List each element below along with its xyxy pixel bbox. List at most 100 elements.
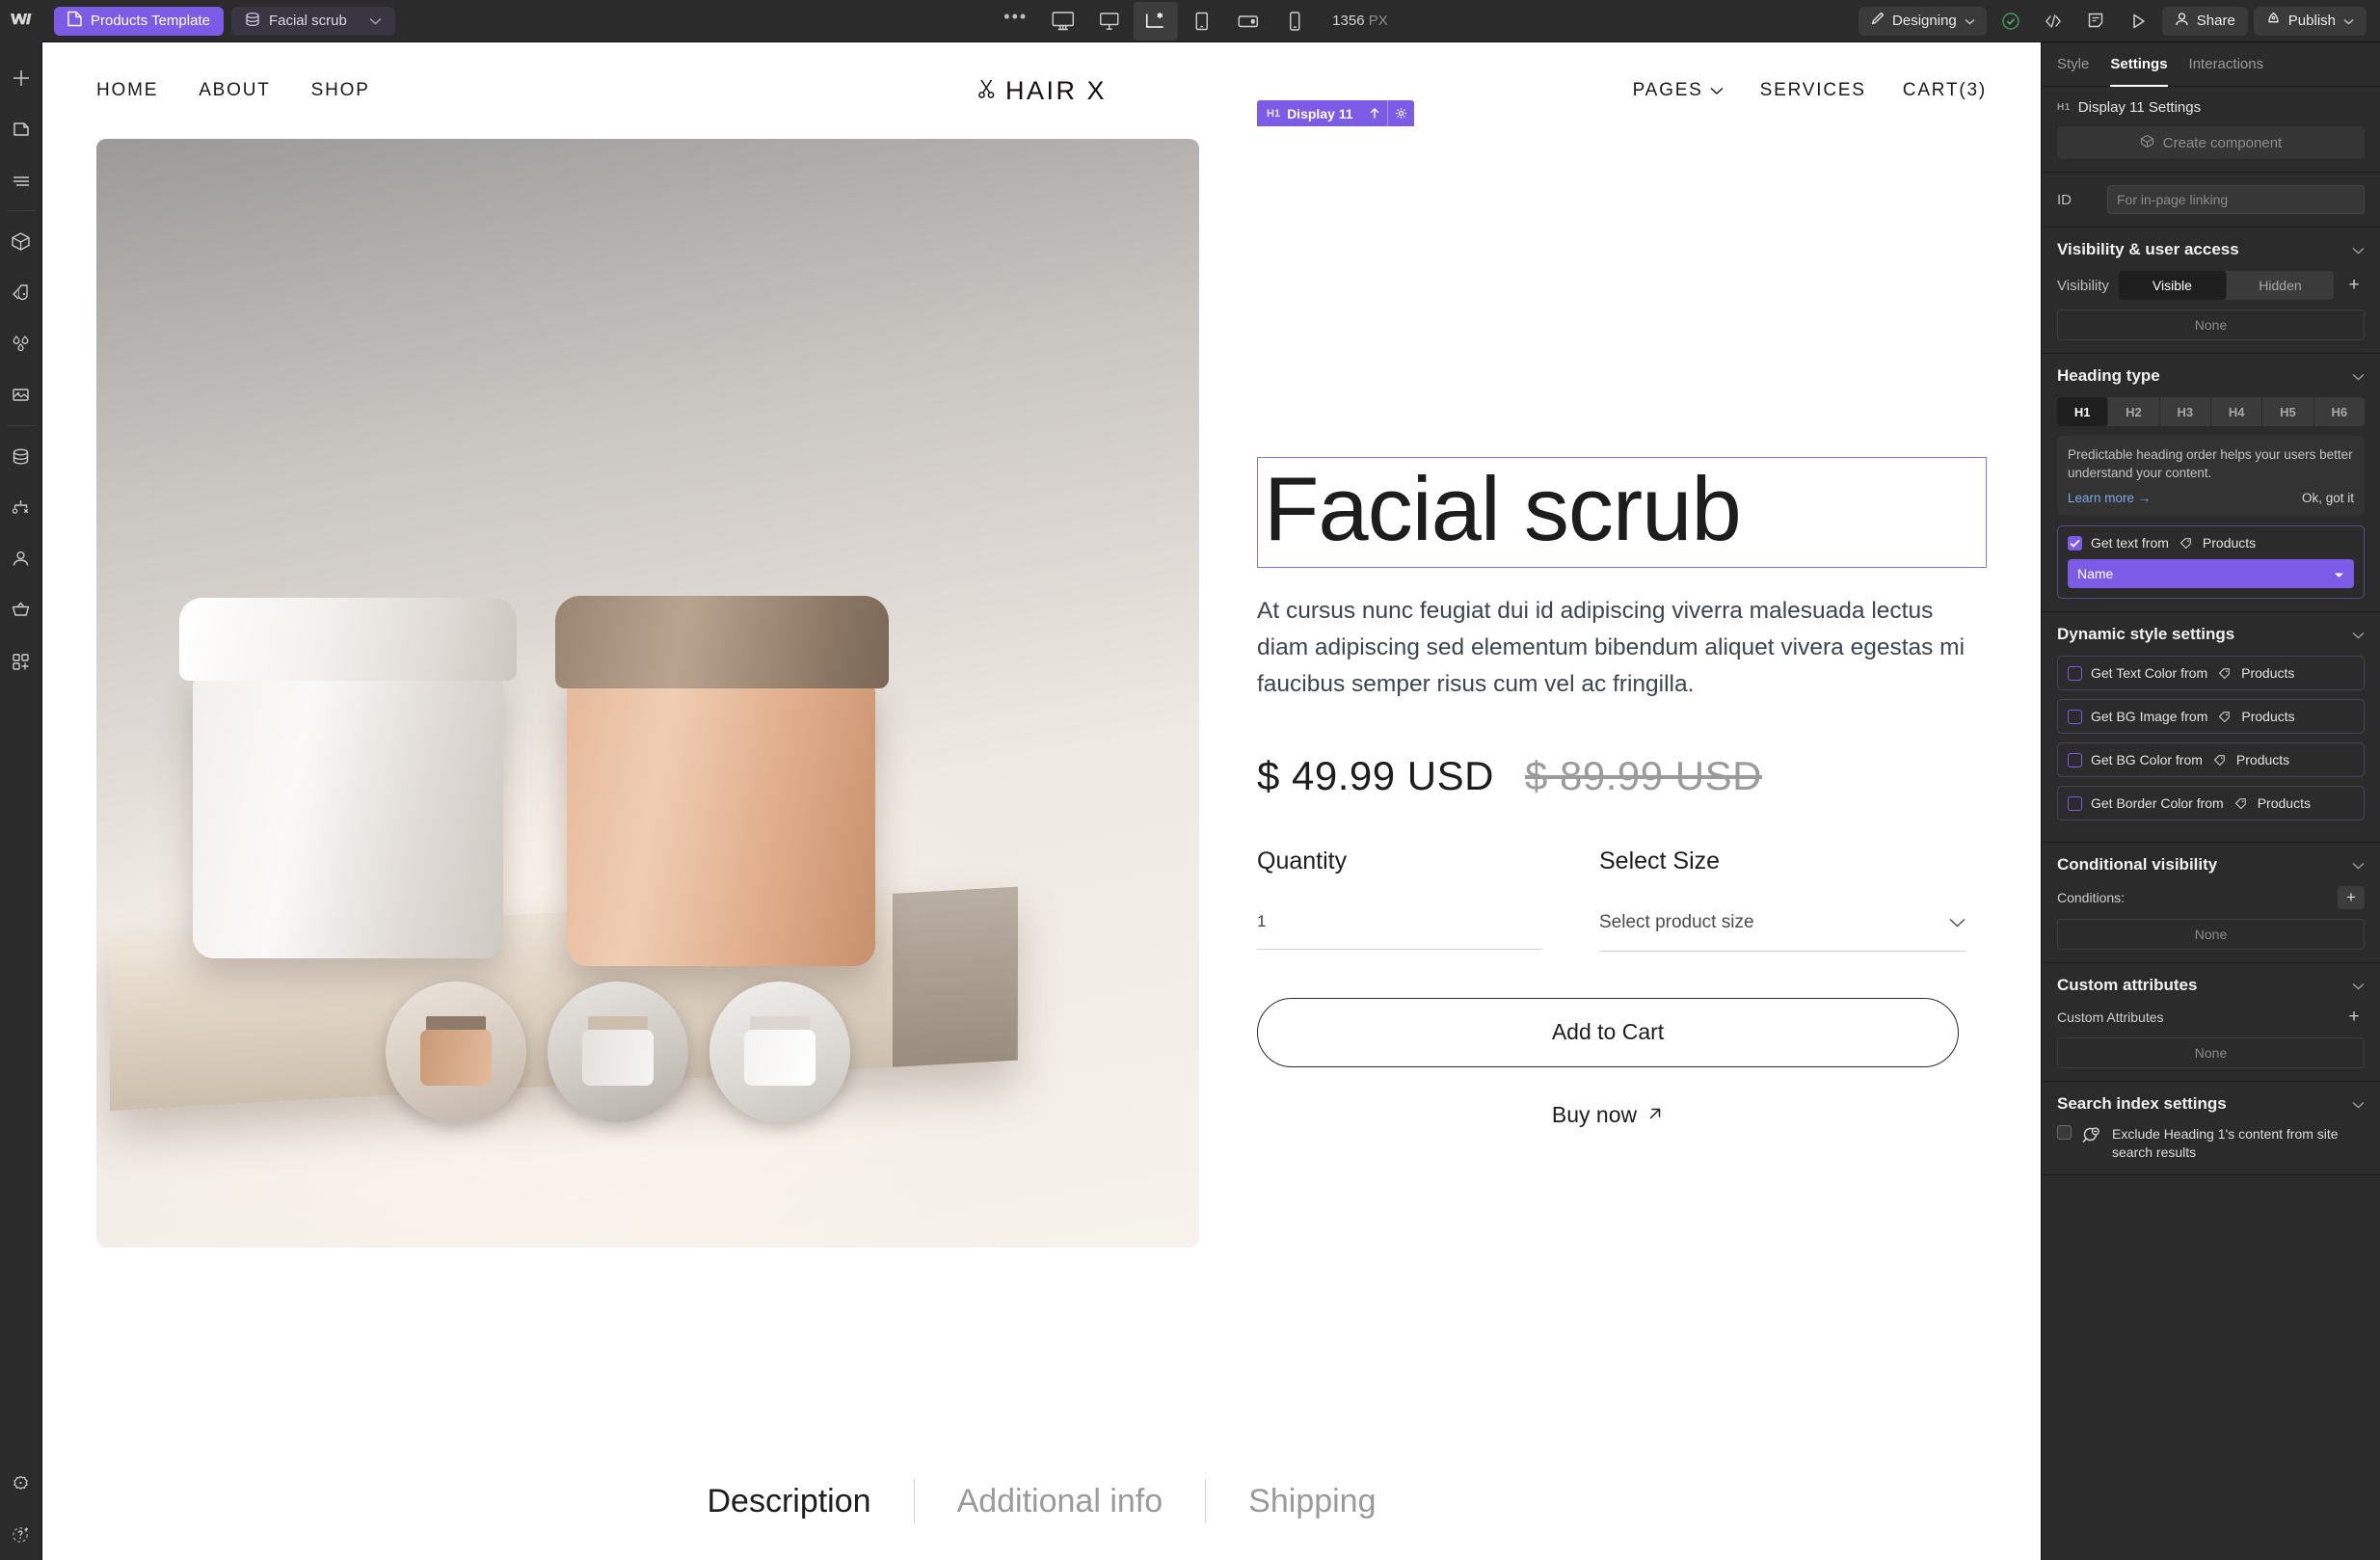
- dismiss-hint-button[interactable]: Ok, got it: [2302, 491, 2354, 505]
- components-icon[interactable]: [0, 216, 42, 267]
- comment-icon[interactable]: [2077, 5, 2114, 38]
- custom-attributes-value[interactable]: None: [2057, 1037, 2365, 1069]
- get-text-field-select[interactable]: Name: [2068, 559, 2354, 589]
- chevron-down-icon[interactable]: [2352, 625, 2365, 644]
- dynamic-style-heading-row[interactable]: Dynamic style settings: [2057, 625, 2365, 644]
- learn-more-link[interactable]: Learn more →: [2068, 491, 2151, 505]
- site-brand[interactable]: HAIR X: [976, 76, 1107, 106]
- add-custom-attribute-button[interactable]: +: [2343, 1007, 2365, 1028]
- ecommerce-icon[interactable]: [0, 584, 42, 635]
- heading-option-h3[interactable]: H3: [2160, 397, 2211, 426]
- get-text-row[interactable]: Get text from Products: [2068, 535, 2354, 551]
- tab-additional-info[interactable]: Additional info: [915, 1483, 1206, 1520]
- breakpoint-desktop-xl[interactable]: [1041, 2, 1085, 40]
- product-gallery[interactable]: [96, 139, 1199, 1248]
- tab-settings[interactable]: Settings: [2110, 42, 2168, 87]
- conditional-visibility-heading-row[interactable]: Conditional visibility: [2057, 855, 2365, 874]
- nav-link-shop[interactable]: SHOP: [311, 80, 370, 101]
- buy-now-button[interactable]: Buy now: [1257, 1102, 1959, 1128]
- dynamic-border-color-item[interactable]: Get Border Color from Products: [2057, 786, 2365, 821]
- nav-link-about[interactable]: ABOUT: [199, 80, 270, 101]
- nav-link-cart[interactable]: CART(3): [1903, 80, 1987, 101]
- breakpoint-desktop[interactable]: [1087, 2, 1132, 40]
- dynamic-bg-color-item[interactable]: Get BG Color from Products: [2057, 742, 2365, 778]
- breakpoint-mobile-landscape[interactable]: [1226, 2, 1270, 40]
- chevron-down-icon[interactable]: [2352, 366, 2365, 386]
- search-index-checkbox[interactable]: [2057, 1125, 2072, 1141]
- viewport-width[interactable]: 1356 PX: [1332, 13, 1388, 29]
- size-select[interactable]: Select product size: [1599, 912, 1966, 952]
- dynamic-border-color-checkbox[interactable]: [2068, 795, 2082, 811]
- chevron-down-icon[interactable]: [369, 13, 382, 29]
- product-title-wrapper[interactable]: Facial scrub: [1257, 457, 1987, 568]
- move-up-icon[interactable]: [1362, 100, 1387, 126]
- cms-icon[interactable]: [0, 431, 42, 482]
- heading-option-h1[interactable]: H1: [2057, 397, 2109, 426]
- conditions-value[interactable]: None: [2057, 919, 2365, 951]
- ellipsis-icon[interactable]: •••: [992, 7, 1039, 35]
- dynamic-text-color-item[interactable]: Get Text Color from Products: [2057, 656, 2365, 691]
- cms-item-tab-facial-scrub[interactable]: Facial scrub: [230, 6, 395, 36]
- plus-icon[interactable]: +: [2343, 275, 2365, 296]
- breakpoint-mobile-portrait[interactable]: [1272, 2, 1317, 40]
- tab-interactions[interactable]: Interactions: [2189, 42, 2264, 87]
- visibility-value[interactable]: None: [2057, 309, 2365, 340]
- site-canvas[interactable]: HOME ABOUT SHOP HAIR X PAGES SERVICES CA…: [42, 42, 2041, 1560]
- breakpoint-base[interactable]: [1134, 1, 1179, 40]
- visibility-heading-row[interactable]: Visibility & user access: [2057, 240, 2365, 259]
- create-component-button[interactable]: Create component: [2057, 126, 2365, 159]
- heading-type-heading-row[interactable]: Heading type: [2057, 366, 2365, 386]
- share-button[interactable]: Share: [2161, 6, 2248, 36]
- dynamic-bg-image-checkbox[interactable]: [2068, 709, 2082, 724]
- logic-icon[interactable]: [0, 482, 42, 533]
- style-selectors-icon[interactable]: [0, 267, 42, 318]
- dynamic-text-color-checkbox[interactable]: [2068, 665, 2082, 681]
- pages-icon[interactable]: [0, 103, 42, 154]
- dynamic-bg-color-checkbox[interactable]: [2068, 752, 2082, 767]
- check-circle-icon[interactable]: [1992, 5, 2029, 38]
- get-text-checkbox[interactable]: [2068, 535, 2082, 551]
- users-icon[interactable]: [0, 533, 42, 584]
- heading-option-h2[interactable]: H2: [2108, 397, 2160, 426]
- visibility-option-hidden[interactable]: Hidden: [2227, 271, 2334, 300]
- breakpoint-tablet[interactable]: [1180, 2, 1224, 40]
- add-condition-button[interactable]: +: [2338, 886, 2365, 910]
- variables-icon[interactable]: [0, 318, 42, 369]
- nav-link-pages[interactable]: PAGES: [1633, 80, 1724, 101]
- heading-option-h6[interactable]: H6: [2314, 397, 2365, 426]
- gallery-thumb-1[interactable]: [386, 982, 526, 1122]
- heading-option-h4[interactable]: H4: [2211, 397, 2263, 426]
- tab-style[interactable]: Style: [2057, 42, 2089, 87]
- webflow-logo-icon[interactable]: [0, 0, 42, 42]
- gallery-thumb-2[interactable]: [548, 982, 688, 1122]
- help-ai-icon[interactable]: [0, 1509, 42, 1560]
- chevron-down-icon[interactable]: [2352, 1094, 2365, 1114]
- chevron-down-icon[interactable]: [2352, 976, 2365, 995]
- search-index-row[interactable]: Exclude Heading 1's content from site se…: [2057, 1125, 2365, 1162]
- heading-option-h5[interactable]: H5: [2262, 397, 2314, 426]
- apps-icon[interactable]: [0, 635, 42, 686]
- tab-shipping[interactable]: Shipping: [1206, 1483, 1418, 1520]
- code-icon[interactable]: [2035, 5, 2072, 38]
- search-index-heading-row[interactable]: Search index settings: [2057, 1094, 2365, 1114]
- gallery-thumb-3[interactable]: [709, 982, 850, 1122]
- settings-gear-icon[interactable]: [0, 1458, 42, 1509]
- chevron-down-icon[interactable]: [2343, 13, 2354, 29]
- gear-icon[interactable]: [1388, 100, 1414, 126]
- add-elements-icon[interactable]: [0, 52, 42, 103]
- id-input[interactable]: For in-page linking: [2107, 185, 2365, 214]
- mode-selector[interactable]: Designing: [1859, 6, 1987, 36]
- tab-description[interactable]: Description: [664, 1483, 913, 1520]
- selection-badge[interactable]: H1 Display 11: [1257, 100, 1414, 126]
- dynamic-bg-image-item[interactable]: Get BG Image from Products: [2057, 699, 2365, 735]
- chevron-down-icon[interactable]: [2352, 855, 2365, 874]
- navigator-icon[interactable]: [0, 154, 42, 205]
- nav-link-home[interactable]: HOME: [96, 80, 158, 101]
- chevron-down-icon[interactable]: [2352, 240, 2365, 259]
- visibility-option-visible[interactable]: Visible: [2118, 271, 2227, 300]
- custom-attributes-heading-row[interactable]: Custom attributes: [2057, 976, 2365, 995]
- chevron-down-icon[interactable]: [1965, 13, 1975, 29]
- publish-button[interactable]: Publish: [2253, 6, 2367, 36]
- play-icon[interactable]: [2120, 5, 2156, 38]
- assets-icon[interactable]: [0, 369, 42, 420]
